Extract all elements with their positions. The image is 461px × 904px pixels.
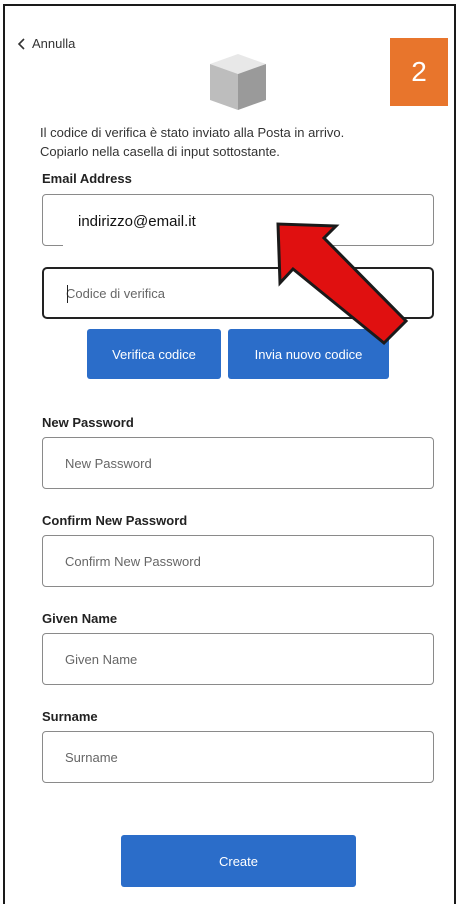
email-value: indirizzo@email.it — [78, 213, 196, 230]
create-button[interactable]: Create — [121, 835, 356, 887]
surname-field[interactable] — [42, 731, 434, 783]
verification-code-field[interactable] — [42, 267, 434, 319]
surname-label: Surname — [42, 709, 98, 724]
verification-code-input[interactable] — [44, 269, 432, 317]
cancel-link[interactable]: Annulla — [16, 36, 75, 51]
email-field[interactable]: indirizzo@email.it — [42, 194, 434, 247]
cube-icon — [204, 50, 268, 119]
resend-code-button[interactable]: Invia nuovo codice — [228, 329, 389, 379]
surname-input[interactable] — [43, 732, 433, 782]
text-caret — [67, 285, 68, 303]
given-name-label: Given Name — [42, 611, 118, 626]
chevron-left-icon — [16, 37, 26, 50]
new-password-label: New Password — [42, 415, 134, 430]
email-label: Email Address — [42, 171, 132, 186]
email-field-redaction — [63, 243, 303, 247]
new-password-input[interactable] — [43, 438, 433, 488]
intro-line-2: Copiarlo nella casella di input sottosta… — [40, 144, 280, 159]
step-badge: 2 — [390, 38, 448, 106]
given-name-field[interactable] — [42, 633, 434, 685]
confirm-password-field[interactable] — [42, 535, 434, 587]
confirm-password-label: Confirm New Password — [42, 513, 188, 528]
verify-code-button[interactable]: Verifica codice — [87, 329, 221, 379]
confirm-password-input[interactable] — [43, 536, 433, 586]
cancel-label: Annulla — [32, 36, 76, 51]
intro-text: Il codice di verifica è stato inviato al… — [40, 123, 344, 161]
given-name-input[interactable] — [43, 634, 433, 684]
intro-line-1: Il codice di verifica è stato inviato al… — [40, 125, 345, 140]
new-password-field[interactable] — [42, 437, 434, 489]
